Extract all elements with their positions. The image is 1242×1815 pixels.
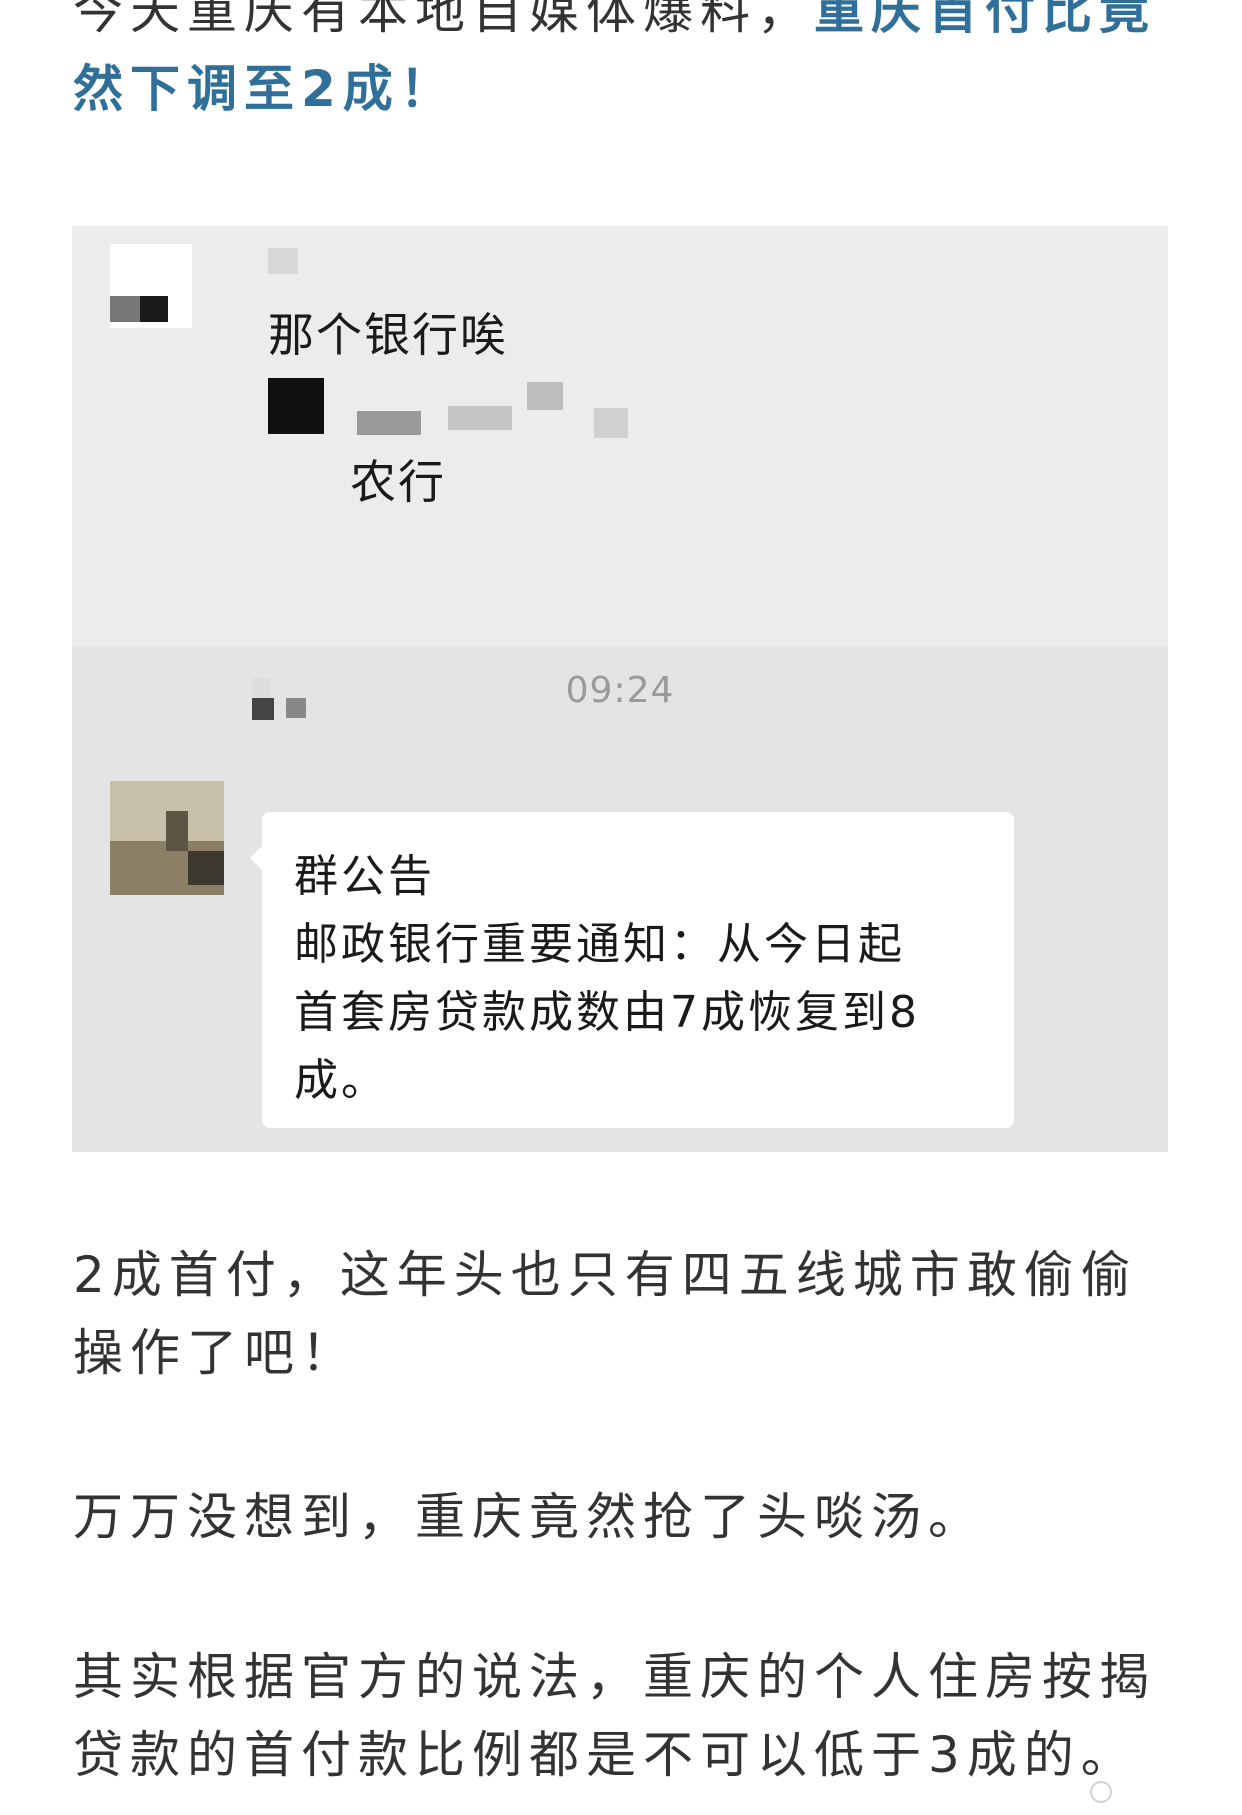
quote-avatar-blurred [268, 378, 324, 434]
announcement-title: 群公告 [294, 851, 435, 902]
avatar [110, 781, 224, 895]
quote-name-blurred [594, 408, 628, 438]
quote-name-blurred [357, 411, 421, 435]
sender-name-blurred [252, 678, 270, 700]
sender-name-blurred [286, 698, 306, 718]
watermark-logo-icon [1090, 1781, 1112, 1803]
avatar-pixel-block [140, 296, 168, 322]
quote-name-blurred [527, 382, 563, 410]
message-text: 农行 [350, 455, 446, 509]
intro-text: 今天重庆有本地自媒体爆料， [73, 0, 814, 40]
quote-name-blurred [448, 406, 512, 430]
message-text: 那个银行唉 [268, 308, 508, 362]
announcement-bubble: 群公告 邮政银行重要通知：从今日起 首套房贷款成数由7成恢复到8 成。 [250, 812, 1014, 1128]
bubble-tail [250, 846, 262, 870]
paragraph: 其实根据官方的说法，重庆的个人住房按揭贷款的首付款比例都是不可以低于3成的。 [73, 1648, 1156, 1784]
timestamp: 09:24 [565, 670, 675, 711]
chat-screenshot: 那个银行唉 农行 09:24 群公告 邮政银行重要通知：从今日起 首套房贷款成数… [72, 226, 1168, 1152]
sender-name-blurred [252, 698, 274, 720]
paragraph: 万万没想到，重庆竟然抢了头啖汤。 [73, 1488, 985, 1546]
chat-upper-section: 那个银行唉 农行 [72, 226, 1168, 646]
announcement-line: 成。 [294, 1055, 388, 1106]
announcement-line: 邮政银行重要通知：从今日起 [294, 919, 905, 970]
paragraph: 2成首付，这年头也只有四五线城市敢偷偷操作了吧！ [73, 1246, 1138, 1382]
intro-paragraph: 今天重庆有本地自媒体爆料，重庆首付比竟然下调至2成！ [73, 0, 1173, 128]
watermark [1090, 1779, 1220, 1805]
announcement-line: 首套房贷款成数由7成恢复到8 [294, 987, 920, 1038]
sender-name-blurred [268, 248, 298, 274]
avatar-pixel-block [110, 296, 140, 322]
